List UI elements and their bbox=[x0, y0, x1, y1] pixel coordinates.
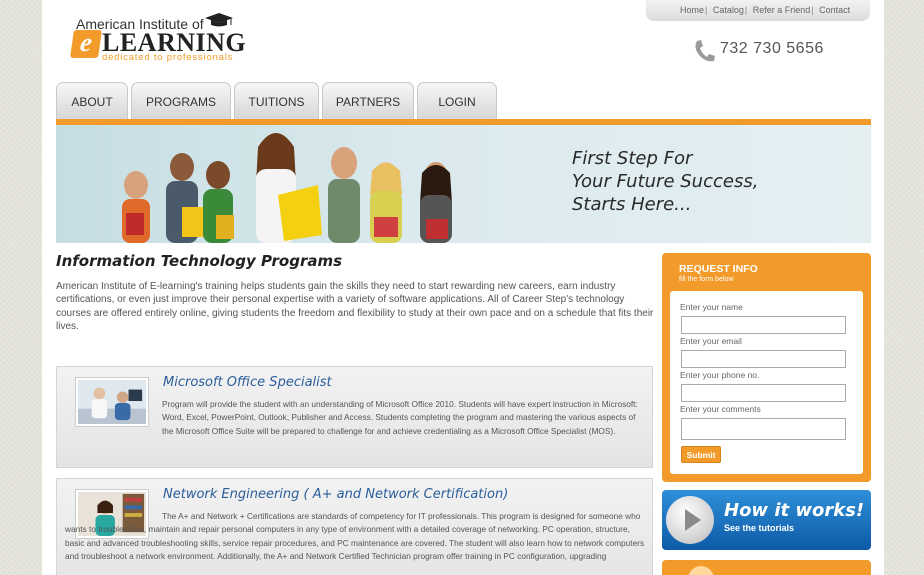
top-links-bar: Home| Catalog| Refer a Friend| Contact bbox=[646, 0, 870, 21]
tab-about[interactable]: ABOUT bbox=[56, 82, 128, 120]
banner-line-1: First Step For bbox=[572, 148, 693, 169]
graduation-cap-icon bbox=[205, 13, 233, 27]
students-group-image bbox=[122, 133, 452, 243]
office-workers-image bbox=[78, 380, 146, 424]
phone-field[interactable] bbox=[681, 384, 846, 402]
top-link-refer-a-friend[interactable]: Refer a Friend bbox=[753, 5, 811, 15]
play-icon bbox=[666, 496, 714, 544]
request-info-form: Enter your name Enter your email Enter y… bbox=[670, 291, 863, 474]
submit-button[interactable]: Submit bbox=[681, 446, 721, 463]
hero-banner: First Step For Your Future Success, Star… bbox=[56, 125, 871, 243]
request-info-title: REQUEST INFO bbox=[679, 263, 758, 275]
program-title[interactable]: Microsoft Office Specialist bbox=[163, 375, 332, 390]
intro-paragraph: American Institute of E-learning's train… bbox=[56, 281, 654, 332]
program-card: Microsoft Office Specialist Program will… bbox=[56, 366, 653, 468]
page-title: Information Technology Programs bbox=[56, 252, 343, 270]
banner-line-3: Starts Here... bbox=[572, 194, 692, 215]
email-label: Enter your email bbox=[680, 336, 742, 346]
top-link-home[interactable]: Home bbox=[680, 5, 704, 15]
request-info-subtitle: fill the form below bbox=[679, 276, 734, 283]
phone-icon bbox=[695, 40, 715, 62]
how-it-works-banner[interactable]: How it works! See the tutorials bbox=[662, 490, 871, 550]
banner-slogan: First Step For Your Future Success, Star… bbox=[572, 147, 758, 216]
tab-programs[interactable]: PROGRAMS bbox=[131, 82, 231, 120]
site-logo[interactable]: American Institute of e LEARNING dedicat… bbox=[70, 13, 262, 66]
top-link-catalog[interactable]: Catalog bbox=[713, 5, 744, 15]
comments-label: Enter your comments bbox=[680, 404, 761, 414]
tab-login[interactable]: LOGIN bbox=[417, 82, 497, 120]
how-it-works-subtitle: See the tutorials bbox=[724, 523, 795, 533]
page-container: American Institute of e LEARNING dedicat… bbox=[42, 0, 884, 575]
logo-tagline: dedicated to professionals bbox=[102, 52, 234, 63]
main-nav: ABOUT PROGRAMS TUITIONS PARTNERS LOGIN bbox=[56, 82, 500, 120]
email-field[interactable] bbox=[681, 350, 846, 368]
phone-label: Enter your phone no. bbox=[680, 370, 760, 380]
logo-e-mark: e bbox=[70, 28, 102, 58]
program-title[interactable]: Network Engineering ( A+ and Network Cer… bbox=[163, 487, 508, 502]
name-label: Enter your name bbox=[680, 302, 743, 312]
tab-tuitions[interactable]: TUITIONS bbox=[234, 82, 319, 120]
program-description: Program will provide the student with an… bbox=[162, 399, 638, 436]
program-description: The A+ and Network + Certifications are … bbox=[65, 511, 645, 561]
top-link-contact[interactable]: Contact bbox=[819, 5, 850, 15]
sidebar-promo-box[interactable] bbox=[662, 560, 871, 575]
request-info-panel: REQUEST INFO fill the form below Enter y… bbox=[662, 253, 871, 482]
banner-line-2: Your Future Success, bbox=[572, 171, 759, 192]
tab-partners[interactable]: PARTNERS bbox=[322, 82, 414, 120]
program-thumbnail[interactable] bbox=[75, 377, 149, 427]
program-card: Network Engineering ( A+ and Network Cer… bbox=[56, 478, 653, 575]
name-field[interactable] bbox=[681, 316, 846, 334]
how-it-works-title: How it works! bbox=[724, 500, 865, 521]
phone-number[interactable]: 732 730 5656 bbox=[720, 40, 824, 58]
comments-textarea[interactable] bbox=[681, 418, 846, 440]
